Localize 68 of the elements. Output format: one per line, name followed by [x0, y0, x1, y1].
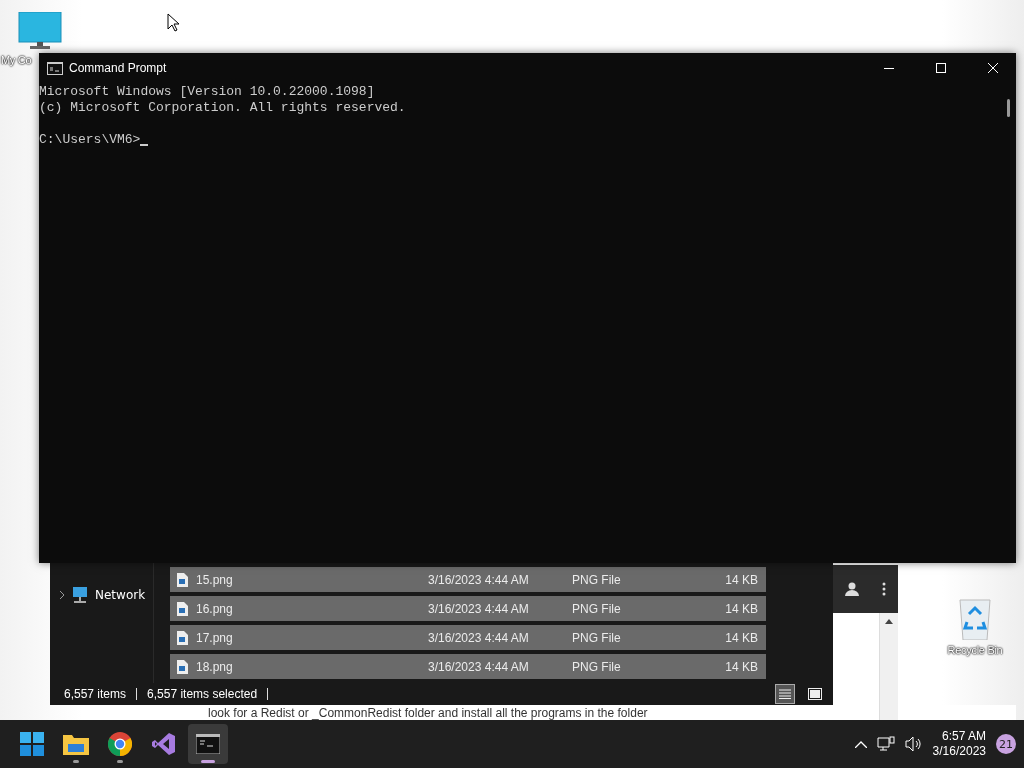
nav-item-label[interactable]: Network [95, 588, 146, 602]
file-date: 3/16/2023 4:44 AM [428, 601, 530, 616]
terminal-icon [47, 61, 63, 75]
file-size: 14 KB [724, 659, 758, 674]
monitor-icon [18, 12, 62, 50]
visual-studio-icon [152, 732, 176, 756]
list-lines-icon [779, 689, 791, 699]
scroll-up-icon[interactable] [885, 619, 893, 624]
details-view-button[interactable] [775, 684, 795, 704]
image-file-icon [176, 659, 188, 674]
windows-logo-icon [20, 732, 44, 756]
file-size: 14 KB [724, 630, 758, 645]
window-title: Command Prompt [69, 61, 168, 75]
notification-badge[interactable]: 21 [996, 734, 1016, 754]
command-prompt: C:\Users\VM6> [39, 132, 141, 148]
taskbar-app-button[interactable] [188, 724, 228, 764]
desktop-icon-label[interactable]: Recycle Bin [947, 644, 1003, 656]
running-indicator [201, 760, 215, 763]
recycle-bin-icon [957, 596, 993, 640]
more-options-icon[interactable] [882, 582, 887, 596]
clock[interactable]: 6:57 AM 3/16/2023 [932, 729, 986, 759]
console-text: Microsoft Windows [Version 10.0.22000.1098] [39, 84, 376, 100]
selection-count: 6,557 items selected [147, 687, 258, 701]
file-name: 15.png [196, 572, 234, 587]
item-count: 6,557 items [64, 687, 127, 701]
text-cursor [140, 144, 149, 146]
close-icon [988, 63, 998, 73]
image-file-icon [176, 601, 188, 616]
terminal-icon [196, 734, 220, 754]
file-date: 3/16/2023 4:44 AM [428, 572, 530, 587]
time-text: 6:57 AM [941, 729, 986, 744]
maximize-icon [936, 63, 946, 73]
chrome-icon [108, 732, 132, 756]
running-indicator [117, 760, 123, 763]
date-text: 3/16/2023 [932, 744, 986, 759]
mouse-cursor-icon [167, 13, 179, 32]
minimize-icon [884, 67, 894, 69]
file-row[interactable]: 18.png 3/16/2023 4:44 AM PNG File 14 KB [170, 654, 766, 679]
file-date: 3/16/2023 4:44 AM [428, 630, 530, 645]
image-file-icon [176, 630, 188, 645]
network-icon[interactable] [876, 736, 895, 752]
file-size: 14 KB [724, 601, 758, 616]
scrollbar[interactable] [879, 613, 898, 720]
file-row[interactable]: 16.png 3/16/2023 4:44 AM PNG File 14 KB [170, 596, 766, 621]
person-icon[interactable] [844, 582, 859, 596]
running-indicator [73, 760, 79, 763]
file-row[interactable]: 17.png 3/16/2023 4:44 AM PNG File 14 KB [170, 625, 766, 650]
web-page-text: look for a Redist or _CommonRedist folder and install all the programs in the folder [208, 705, 648, 720]
chevron-right-icon[interactable] [60, 591, 65, 599]
image-file-icon [176, 572, 188, 587]
speaker-icon[interactable] [904, 736, 923, 752]
file-date: 3/16/2023 4:44 AM [428, 659, 530, 674]
file-name: 17.png [196, 630, 234, 645]
chevron-up-icon[interactable] [854, 740, 867, 748]
network-icon [71, 587, 89, 603]
desktop-icon-label[interactable]: My Co [1, 54, 32, 66]
file-type: PNG File [572, 572, 622, 587]
scrollbar-thumb[interactable] [1006, 99, 1010, 117]
file-name: 18.png [196, 659, 234, 674]
folder-icon [63, 733, 89, 755]
console-text: (c) Microsoft Corporation. All rights reserved. [39, 100, 407, 116]
file-row[interactable]: 15.png 3/16/2023 4:44 AM PNG File 14 KB [170, 567, 766, 592]
file-type: PNG File [572, 601, 622, 616]
file-type: PNG File [572, 659, 622, 674]
file-type: PNG File [572, 630, 622, 645]
file-size: 14 KB [724, 572, 758, 587]
tile-frame-icon [808, 688, 822, 700]
file-name: 16.png [196, 601, 234, 616]
